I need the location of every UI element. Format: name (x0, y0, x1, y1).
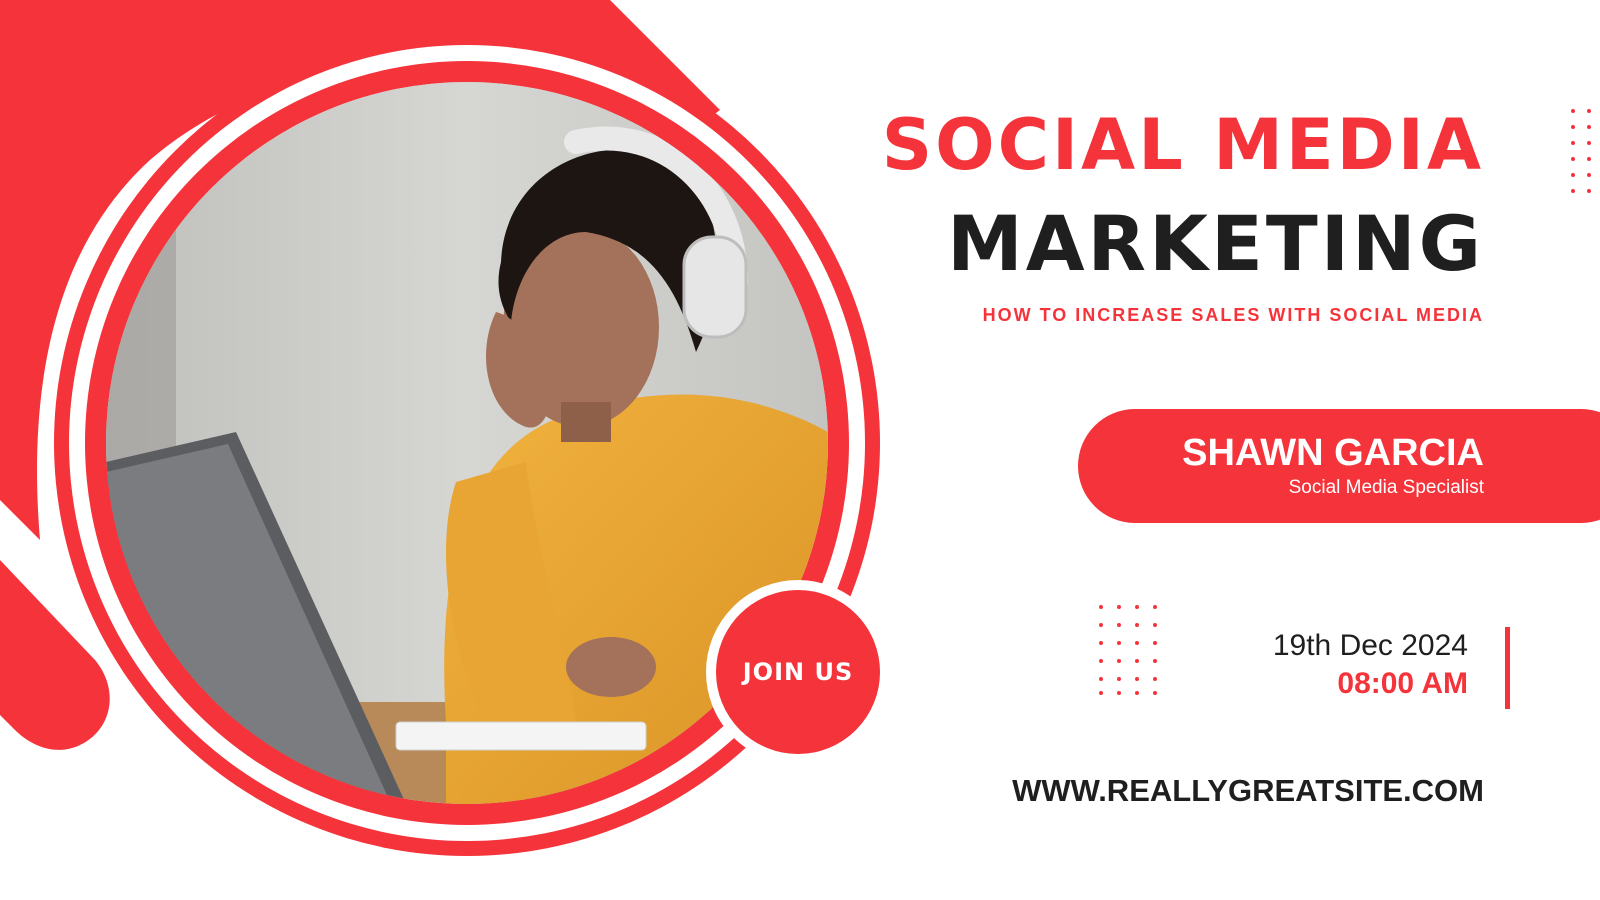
event-time: 08:00 AM (1337, 667, 1468, 700)
dot-grid-date (1099, 605, 1157, 695)
title-marketing: MARKETING (947, 199, 1484, 288)
join-us-label: JOIN US (742, 658, 854, 686)
title-social-media: SOCIAL MEDIA (881, 104, 1484, 186)
event-date: 19th Dec 2024 (1272, 629, 1468, 662)
join-us-button[interactable]: JOIN US (706, 580, 890, 764)
speaker-name: SHAWN GARCIA (1182, 432, 1484, 474)
subtitle: HOW TO INCREASE SALES WITH SOCIAL MEDIA (982, 305, 1484, 325)
website-link[interactable]: WWW.REALLYGREATSITE.COM (1012, 775, 1484, 806)
speaker-role: Social Media Specialist (1288, 477, 1484, 498)
date-accent-bar (1505, 627, 1510, 709)
dot-grid-top-right (1571, 109, 1591, 193)
